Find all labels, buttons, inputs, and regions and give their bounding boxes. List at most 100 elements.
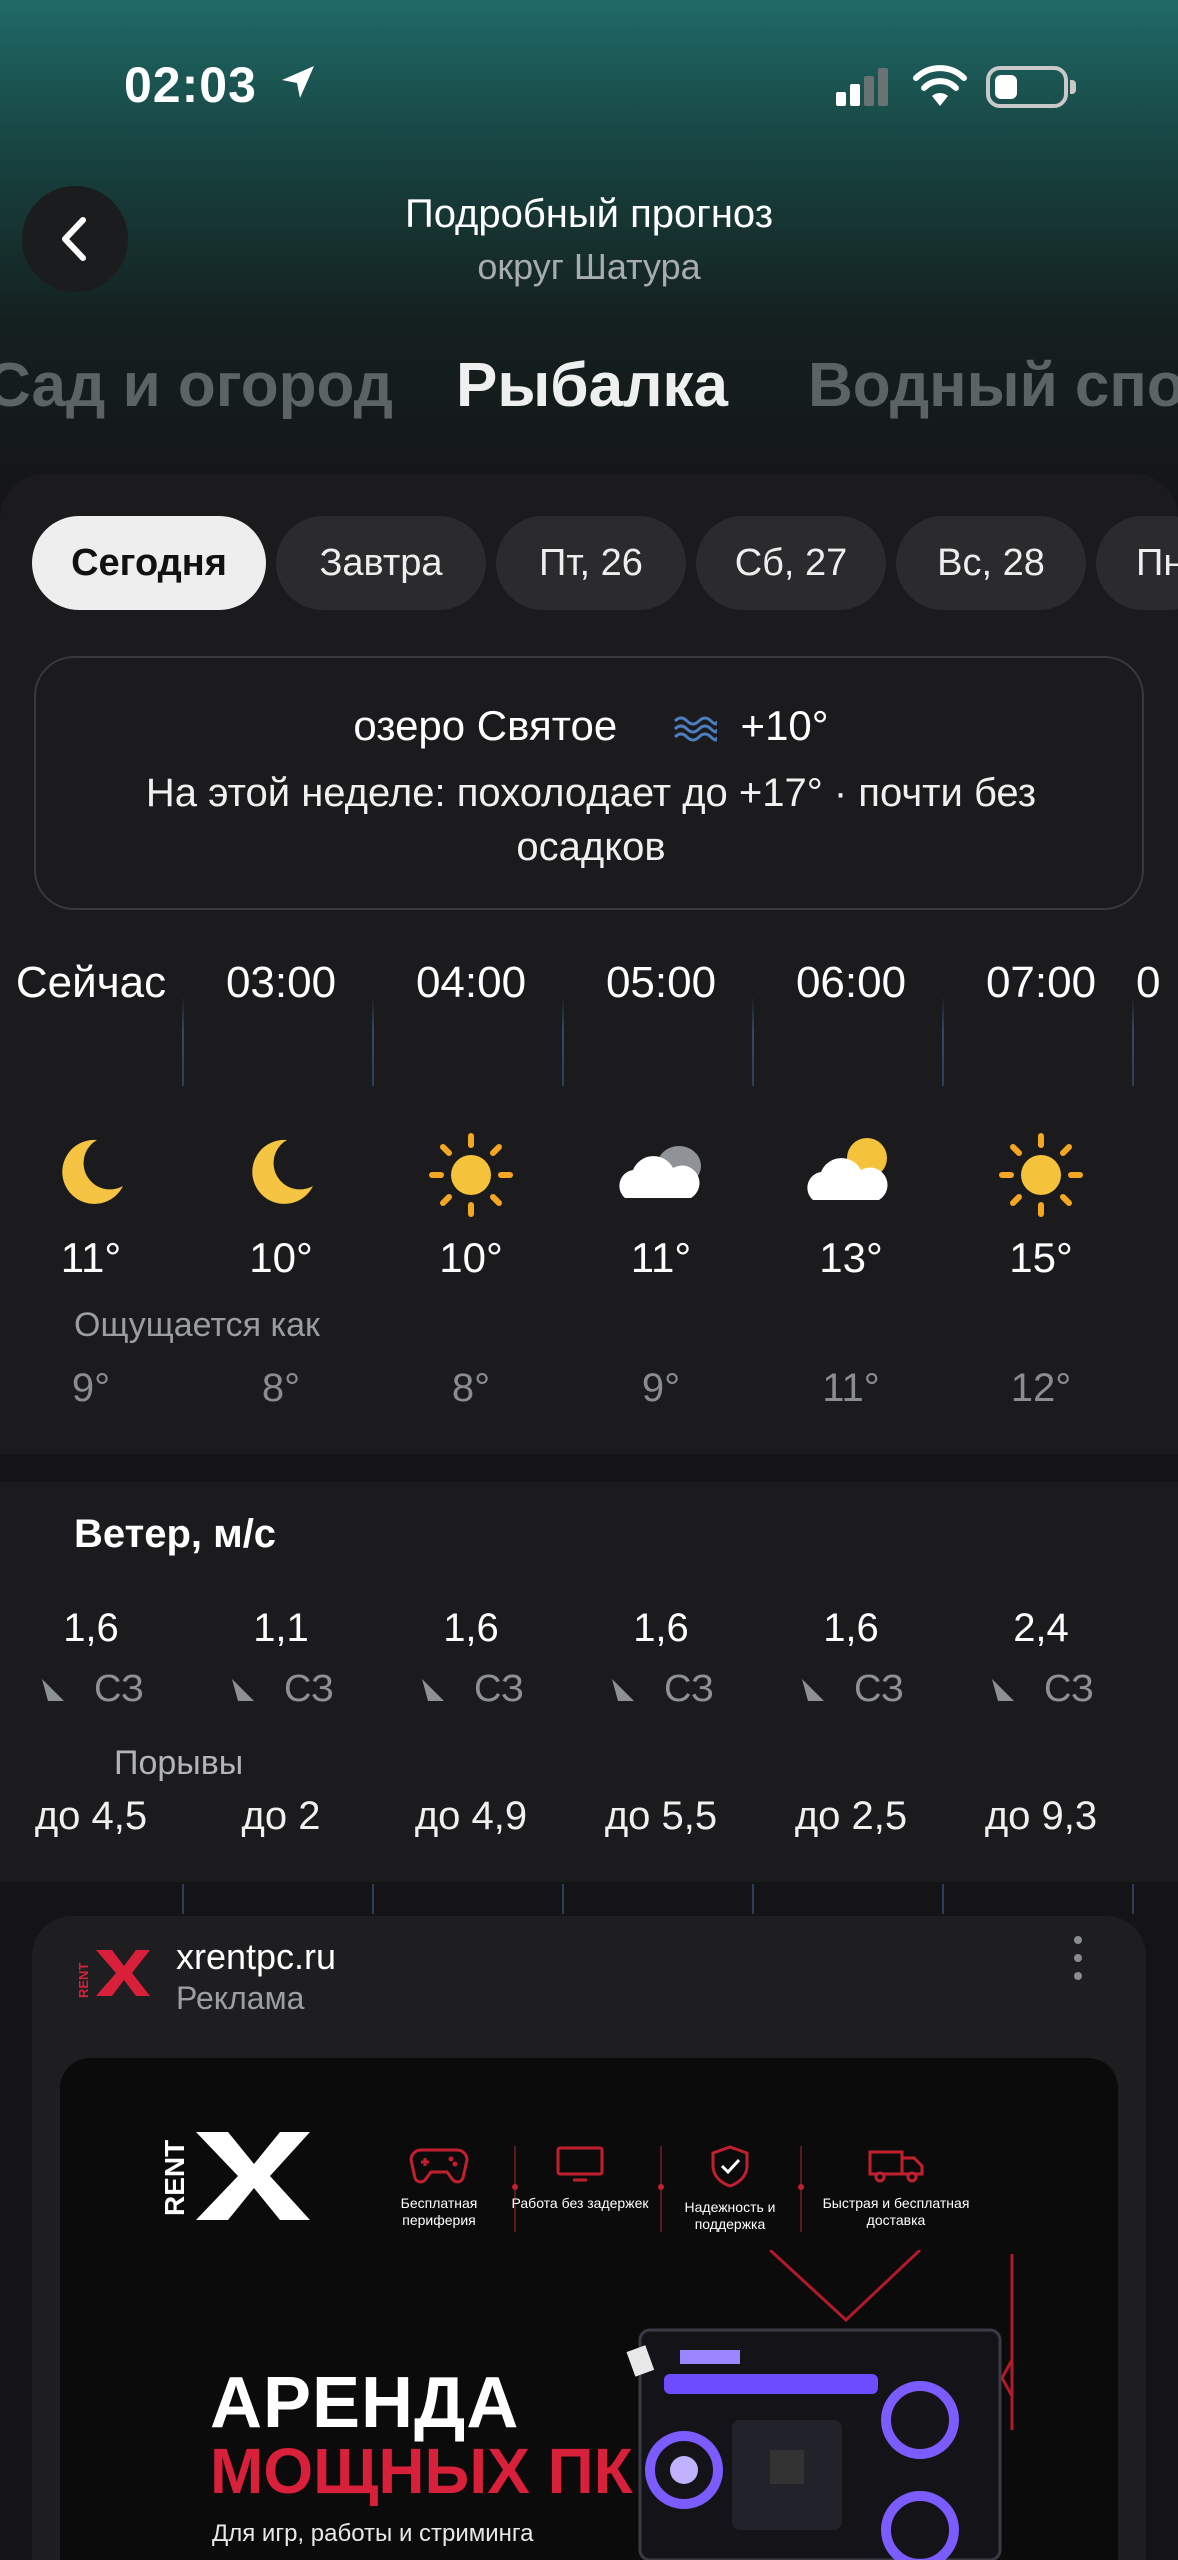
feature-divider: [798, 2146, 804, 2232]
banner-title: АРЕНДА: [210, 2363, 520, 2443]
tab-fishing[interactable]: Рыбалка: [456, 350, 728, 421]
gust-value: до 4,9: [414, 1794, 528, 1838]
wind-direction: СЗ: [474, 1668, 524, 1710]
shield-check-icon: [711, 2145, 749, 2188]
wind-direction: СЗ: [664, 1668, 714, 1710]
feels-temp: 8°: [261, 1366, 301, 1410]
column-divider: [182, 1884, 184, 1914]
hour-temp: 10°: [249, 1234, 313, 1281]
wind-speed: 1,6: [63, 1606, 119, 1650]
feature-label: Бесплатная периферия: [400, 2195, 478, 2228]
wind-title: Ветер, м/с: [74, 1512, 277, 1556]
cloud-icon: [619, 1146, 701, 1198]
ad-domain[interactable]: xrentpc.ru: [176, 1936, 336, 1978]
hour-label: 05:00: [605, 958, 717, 1007]
gust-value: до 2: [241, 1794, 321, 1838]
hour-label: 07:00: [985, 958, 1097, 1007]
lake-name: озеро Святое: [353, 702, 618, 749]
week-summary: На этой неделе: похолодает до +17° · поч…: [145, 771, 1037, 869]
water-waves-icon: [673, 716, 717, 742]
feature-label: Надежность и поддержка: [684, 2199, 776, 2232]
day-chip-today[interactable]: Сегодня: [32, 516, 266, 610]
day-chip-sat[interactable]: Сб, 27: [696, 516, 886, 610]
feature-label: Работа без задержек: [511, 2195, 649, 2211]
feels-temp: 9°: [71, 1366, 111, 1410]
moon-icon: [252, 1139, 313, 1204]
battery-icon: [986, 66, 1076, 108]
wind-speed: 1,6: [443, 1606, 499, 1650]
wind-direction-arrow-icon: [992, 1678, 1015, 1701]
water-temp: +10°: [740, 702, 829, 749]
page-subtitle: округ Шатура: [477, 246, 701, 287]
location-arrow-icon: [282, 66, 314, 98]
gust-value: до 9,3: [984, 1794, 1098, 1838]
gust-value: до 2,5: [794, 1794, 908, 1838]
column-divider: [372, 996, 374, 1086]
sun-icon: [429, 1133, 513, 1217]
wind-direction: СЗ: [284, 1668, 334, 1710]
day-chip-tomorrow[interactable]: Завтра: [276, 516, 486, 610]
day-chip-sun[interactable]: Вс, 28: [896, 516, 1086, 610]
wind-speed: 1,1: [253, 1606, 309, 1650]
hour-label: 03:00: [225, 958, 337, 1007]
wind-direction: СЗ: [854, 1668, 904, 1710]
wind-direction-arrow-icon: [232, 1678, 255, 1701]
column-divider: [562, 996, 564, 1086]
monitor-icon: [556, 2146, 604, 2182]
truck-icon: [868, 2150, 924, 2183]
gust-value: до 5,5: [604, 1794, 718, 1838]
wind-direction-arrow-icon: [802, 1678, 825, 1701]
wind-speed: 1,6: [633, 1606, 689, 1650]
wind-direction-arrow-icon: [612, 1678, 635, 1701]
feels-temp: 12°: [1010, 1366, 1072, 1410]
status-time: 02:03: [124, 57, 257, 113]
rentx-logo: RENT: [78, 1950, 150, 1998]
column-divider: [182, 996, 184, 1086]
page-title: Подробный прогноз: [404, 192, 774, 236]
column-divider: [752, 1884, 754, 1914]
feature-work: Работа без задержек: [505, 2144, 655, 2212]
wind-speed: 2,4: [1013, 1606, 1069, 1650]
wind-direction-arrow-icon: [42, 1678, 65, 1701]
hour-temp: 10°: [439, 1234, 503, 1281]
column-divider: [562, 1884, 564, 1914]
feels-temp: 9°: [641, 1366, 681, 1410]
feature-peripherals: Бесплатная периферия: [364, 2144, 514, 2229]
hour-label: Сейчас: [15, 958, 167, 1007]
gust-value: до 4,5: [34, 1794, 148, 1838]
gamepad-icon: [409, 2148, 469, 2184]
feels-like-label: Ощущается как: [74, 1306, 320, 1344]
feature-label: Быстрая и бесплатная доставка: [822, 2195, 970, 2228]
banner-title-accent: МОЩНЫХ ПК: [210, 2435, 633, 2507]
lake-info-card[interactable]: озеро Святое +10° На этой неделе: похоло…: [34, 656, 1144, 910]
feature-reliability: Надежность и поддержка: [655, 2144, 805, 2233]
column-divider: [1132, 996, 1134, 1086]
partly-cloudy-icon: [807, 1138, 888, 1200]
hour-label: 06:00: [795, 958, 907, 1007]
feels-temp: 8°: [451, 1366, 491, 1410]
hour-label: 04:00: [415, 958, 527, 1007]
column-divider: [942, 996, 944, 1086]
tab-garden[interactable]: Сад и огород: [0, 350, 393, 421]
ad-label: Реклама: [176, 1980, 305, 2016]
more-vertical-icon[interactable]: [1072, 1936, 1084, 1980]
hour-temp: 11°: [60, 1234, 122, 1281]
column-divider: [1132, 1884, 1134, 1914]
wind-direction: СЗ: [1044, 1668, 1094, 1710]
column-divider: [942, 1884, 944, 1914]
gusts-label: Порывы: [114, 1744, 244, 1782]
banner-subtitle: Для игр, работы и стриминга: [212, 2520, 534, 2547]
rentx-banner-logo: RENT: [159, 2132, 310, 2220]
sun-icon: [999, 1133, 1083, 1217]
column-divider: [372, 1884, 374, 1914]
moon-icon: [62, 1139, 123, 1204]
hour-temp: 15°: [1009, 1234, 1073, 1281]
day-chip-fri[interactable]: Пт, 26: [496, 516, 686, 610]
cellular-signal-icon: [836, 68, 888, 106]
tab-water-sport[interactable]: Водный спор: [808, 350, 1178, 421]
wifi-icon: [913, 65, 967, 106]
hour-label-partial: 0: [1136, 958, 1161, 1007]
feature-delivery: Быстрая и бесплатная доставка: [806, 2144, 986, 2229]
status-bar: 02:03: [0, 0, 1178, 170]
wind-direction: СЗ: [94, 1668, 144, 1710]
